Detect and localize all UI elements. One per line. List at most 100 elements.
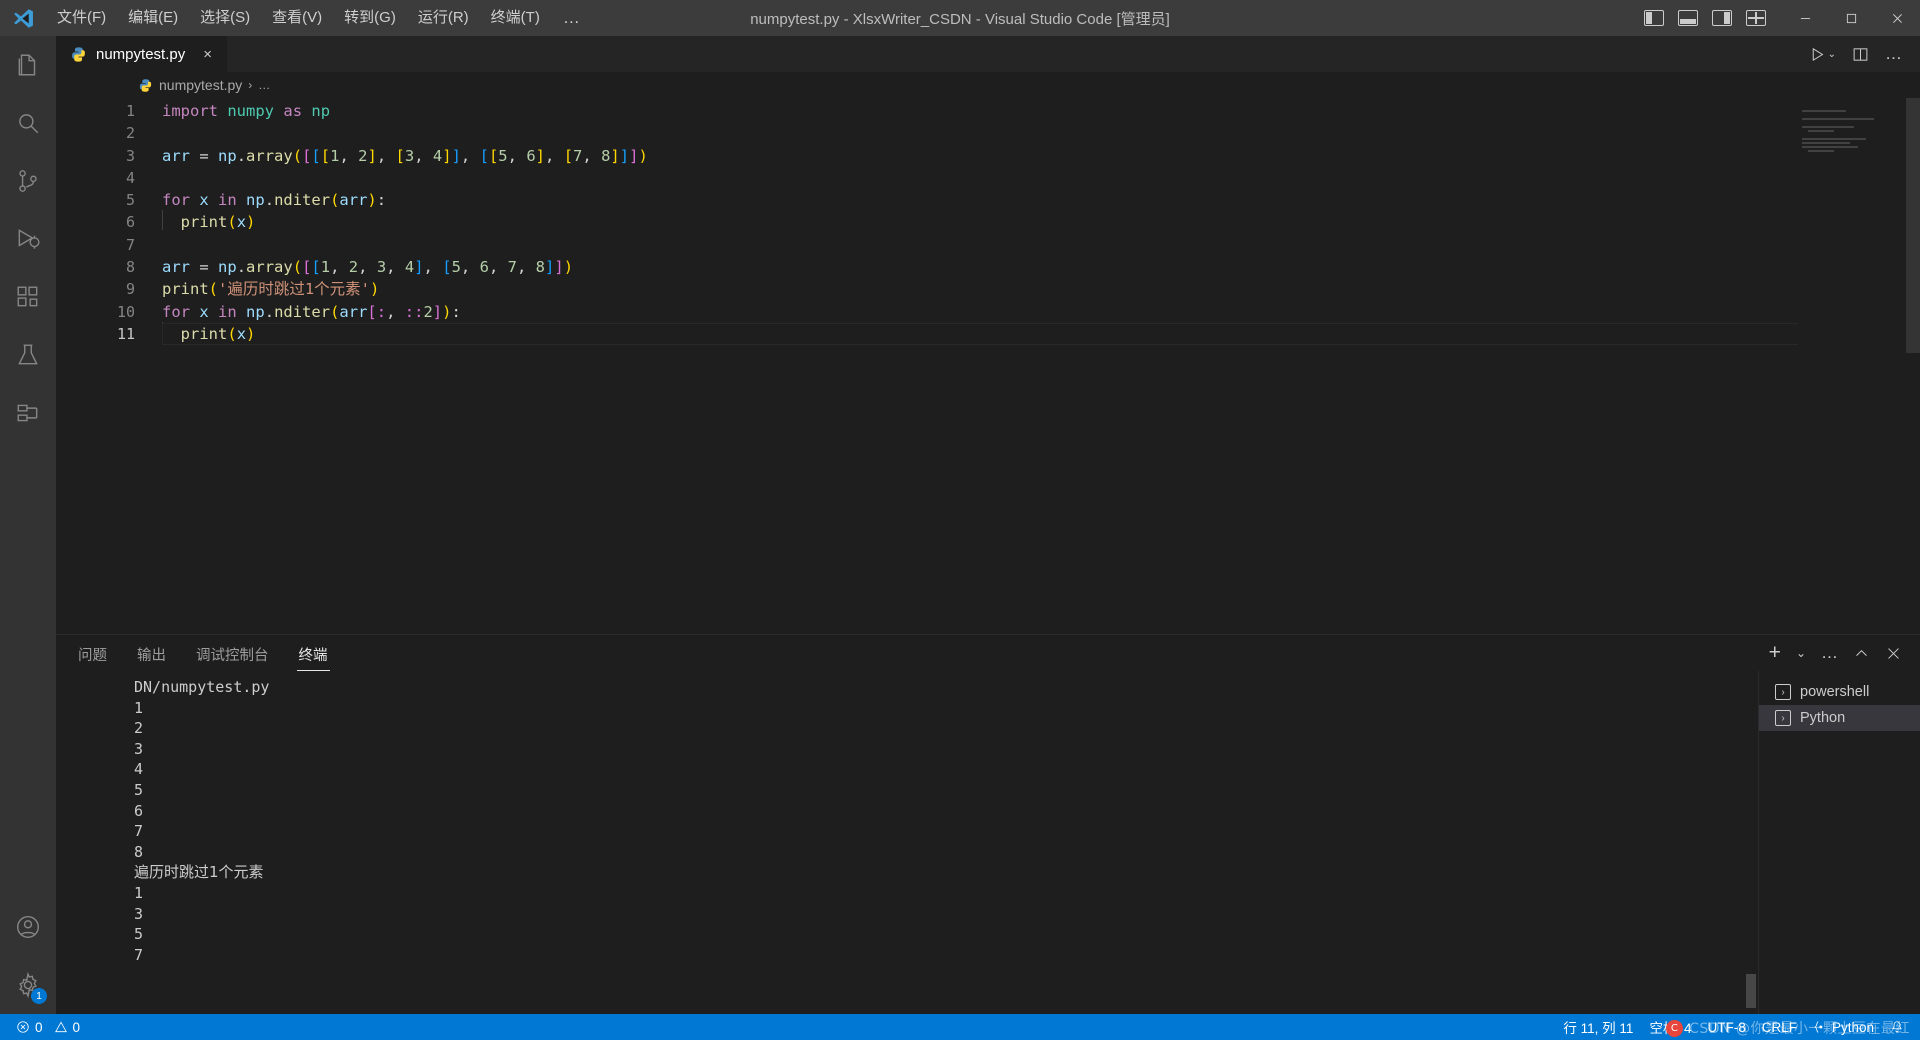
- code-line[interactable]: 6 print(x): [56, 210, 1920, 233]
- new-terminal-dropdown-icon[interactable]: ⌄: [1796, 646, 1806, 660]
- terminal-line: 6: [134, 801, 144, 820]
- panel-body: DN/numpytest.py 1 2 3 4 5 6 7 8 遍历时跳过1个元…: [56, 671, 1920, 1014]
- maximize-button[interactable]: [1828, 0, 1874, 36]
- sidebar-item-remote-explorer[interactable]: [0, 384, 56, 442]
- error-circle-icon: [17, 1021, 29, 1033]
- code-line[interactable]: 7: [56, 234, 1920, 256]
- status-notifications[interactable]: [1882, 1014, 1912, 1040]
- status-indentation[interactable]: 空格: 4: [1641, 1014, 1699, 1040]
- editor-scrollbar[interactable]: [1906, 98, 1920, 634]
- tab-problems[interactable]: 问题: [76, 638, 109, 669]
- code-editor[interactable]: 1 import numpy as np 2 3 arr = np.array(…: [56, 98, 1920, 634]
- sidebar-item-testing[interactable]: [0, 326, 56, 384]
- scrollbar-thumb[interactable]: [1906, 98, 1920, 353]
- vscode-logo-icon: [0, 8, 46, 29]
- remote-icon: [17, 404, 38, 422]
- editor-group: numpytest.py × ⌄ … numpytest.py › … 1 im…: [56, 36, 1920, 1014]
- terminal-output[interactable]: DN/numpytest.py 1 2 3 4 5 6 7 8 遍历时跳过1个元…: [56, 671, 1744, 1014]
- split-editor-button[interactable]: [1852, 46, 1869, 63]
- code-line[interactable]: 2: [56, 122, 1920, 144]
- sidebar-item-search[interactable]: [0, 94, 56, 152]
- status-problems[interactable]: 0 0: [8, 1014, 88, 1040]
- terminal-line: 1: [134, 698, 144, 717]
- code-line[interactable]: 3 arr = np.array([[[1, 2], [3, 4]], [[5,…: [56, 145, 1920, 167]
- menu-item-file[interactable]: 文件(F): [46, 3, 117, 33]
- tab-output[interactable]: 输出: [135, 638, 168, 669]
- menu-item-go[interactable]: 转到(G): [333, 3, 407, 33]
- code-content[interactable]: 1 import numpy as np 2 3 arr = np.array(…: [56, 98, 1920, 345]
- new-terminal-button[interactable]: +: [1769, 642, 1781, 663]
- code-line[interactable]: 5 for x in np.nditer(arr):: [56, 189, 1920, 211]
- code-line[interactable]: 9 print('遍历时跳过1个元素'): [56, 278, 1920, 300]
- workbench: 1 numpytest.py × ⌄ … numpytest.py › … 1 …: [0, 36, 1920, 1014]
- tab-debug-console[interactable]: 调试控制台: [194, 638, 271, 669]
- toggle-primary-sidebar-icon[interactable]: [1644, 10, 1664, 26]
- code-line[interactable]: 1 import numpy as np: [56, 100, 1920, 122]
- line-text: print('遍历时跳过1个元素'): [162, 280, 380, 299]
- line-number: 8: [125, 258, 135, 277]
- menu-item-edit[interactable]: 编辑(E): [117, 3, 189, 33]
- breadcrumb-more[interactable]: …: [258, 78, 270, 92]
- menu-item-view[interactable]: 查看(V): [261, 3, 333, 33]
- account-icon: [17, 916, 39, 938]
- status-encoding[interactable]: UTF-8: [1699, 1014, 1753, 1040]
- line-text: print(x): [162, 210, 255, 233]
- terminal-scrollbar[interactable]: [1744, 671, 1758, 1014]
- editor-more-actions-button[interactable]: …: [1885, 44, 1902, 64]
- code-line[interactable]: 10 for x in np.nditer(arr[:, ::2]):: [56, 301, 1920, 323]
- warning-triangle-icon: [54, 1021, 67, 1033]
- toggle-secondary-sidebar-icon[interactable]: [1712, 10, 1732, 26]
- line-number: 3: [125, 146, 135, 165]
- layout-controls[interactable]: [1644, 10, 1782, 26]
- line-number: 5: [125, 191, 135, 210]
- tab-numpytest-py[interactable]: numpytest.py ×: [56, 36, 228, 72]
- terminal-line: 1: [134, 883, 144, 902]
- sidebar-item-run-and-debug[interactable]: [0, 210, 56, 268]
- close-button[interactable]: [1874, 0, 1920, 36]
- status-cursor-position[interactable]: 行 11, 列 11: [1555, 1014, 1641, 1040]
- line-text: arr = np.array([[[1, 2], [3, 4]], [[5, 6…: [162, 146, 648, 165]
- minimize-button[interactable]: [1782, 0, 1828, 36]
- terminal-list-item-powershell[interactable]: › powershell: [1759, 679, 1920, 705]
- breadcrumb-file[interactable]: numpytest.py: [159, 77, 242, 93]
- sidebar-item-extensions[interactable]: [0, 268, 56, 326]
- terminal-list-item-python[interactable]: › Python: [1759, 705, 1920, 731]
- code-line[interactable]: 4: [56, 167, 1920, 189]
- panel-actions: + ⌄ …: [1769, 642, 1920, 663]
- status-eol[interactable]: CRLF: [1754, 1014, 1805, 1040]
- code-line[interactable]: 8 arr = np.array([[1, 2, 3, 4], [5, 6, 7…: [56, 256, 1920, 278]
- customize-layout-icon[interactable]: [1746, 10, 1766, 26]
- menu-item-terminal[interactable]: 终端(T): [480, 3, 551, 33]
- terminal-line: 7: [134, 822, 144, 841]
- tab-terminal[interactable]: 终端: [296, 638, 330, 671]
- terminal-chevron-icon: ›: [1775, 710, 1791, 726]
- terminal-line: 7: [134, 945, 144, 964]
- sidebar-item-explorer[interactable]: [0, 36, 56, 94]
- manage-badge: 1: [31, 988, 47, 1004]
- sidebar-item-accounts[interactable]: [0, 898, 56, 956]
- run-python-file-button[interactable]: ⌄: [1809, 46, 1836, 63]
- chevron-down-icon[interactable]: ⌄: [1828, 49, 1836, 60]
- warning-count: 0: [72, 1019, 81, 1035]
- menu-overflow-icon[interactable]: …: [551, 5, 593, 31]
- close-panel-icon[interactable]: [1885, 645, 1902, 662]
- vscode-window: 文件(F) 编辑(E) 选择(S) 查看(V) 转到(G) 运行(R) 终端(T…: [0, 0, 1920, 1040]
- panel-more-actions-button[interactable]: …: [1821, 643, 1838, 663]
- status-bar: 0 0 行 11, 列 11 空格: 4 UTF-8 CRLF Python C…: [0, 1014, 1920, 1040]
- menu-item-selection[interactable]: 选择(S): [189, 3, 261, 33]
- sidebar-item-source-control[interactable]: [0, 152, 56, 210]
- menu-item-run[interactable]: 运行(R): [407, 3, 480, 33]
- terminal-line: 遍历时跳过1个元素: [134, 863, 264, 882]
- scrollbar-thumb[interactable]: [1746, 974, 1756, 1008]
- toggle-panel-icon[interactable]: [1678, 10, 1698, 26]
- title-bar: 文件(F) 编辑(E) 选择(S) 查看(V) 转到(G) 运行(R) 终端(T…: [0, 0, 1920, 36]
- sidebar-item-manage[interactable]: 1: [0, 956, 56, 1014]
- python-file-icon: [70, 46, 87, 63]
- menu-bar[interactable]: 文件(F) 编辑(E) 选择(S) 查看(V) 转到(G) 运行(R) 终端(T…: [46, 3, 593, 33]
- status-language-mode[interactable]: Python: [1805, 1014, 1882, 1040]
- tab-close-icon[interactable]: ×: [200, 45, 215, 64]
- breadcrumb[interactable]: numpytest.py › …: [56, 72, 1920, 98]
- maximize-panel-icon[interactable]: [1853, 645, 1870, 662]
- line-number: 6: [125, 213, 135, 232]
- editor-tabs-bar: numpytest.py × ⌄ …: [56, 36, 1920, 72]
